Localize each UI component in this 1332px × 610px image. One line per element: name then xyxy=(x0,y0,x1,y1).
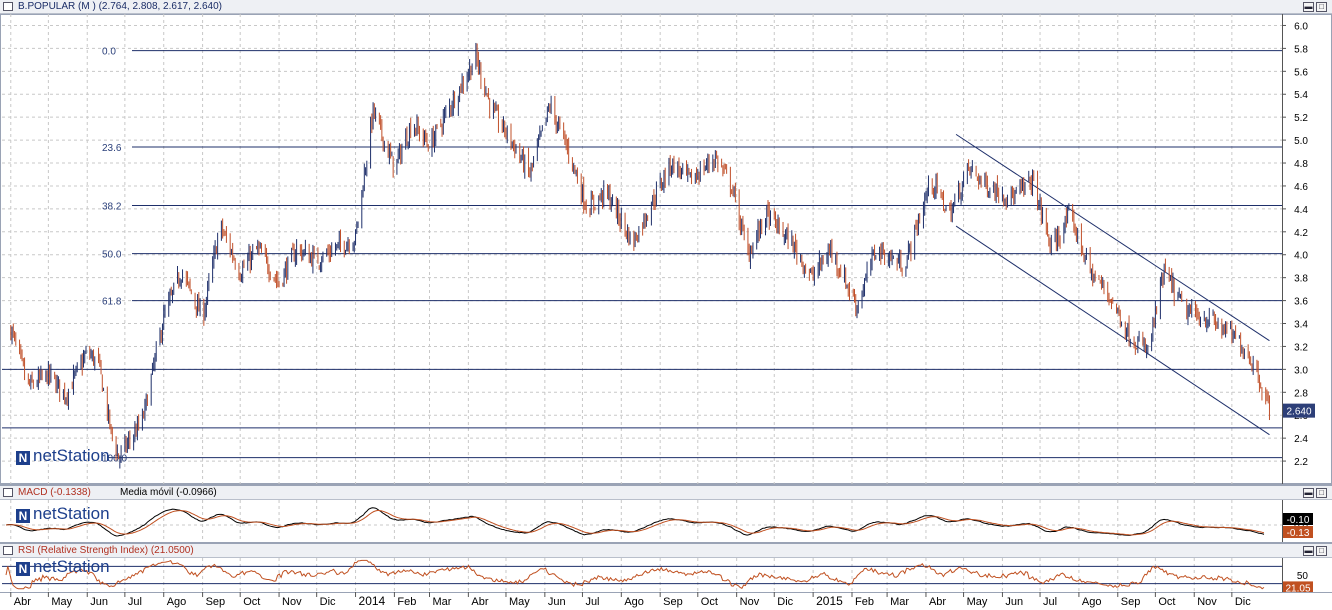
date-axis: Abr May Jun Jul Ago Sep Oct Nov Dic 2014 Feb Mar Abr… xyxy=(0,592,1332,608)
x-tick-label: Oct xyxy=(701,596,718,608)
x-tick-label: Abr xyxy=(14,596,31,608)
fibonacci-label: 0.0 xyxy=(102,47,116,58)
rsi-title-bar: RSI (Relative Strength Index) (21.0500) … xyxy=(0,544,1332,558)
price-title: B.POPULAR (M ) (2.764, 2.808, 2.617, 2.6… xyxy=(18,1,222,12)
macd-signal-label: -0.13 xyxy=(1287,528,1310,539)
netstation-logo-icon: N xyxy=(16,562,30,576)
rsi-chart[interactable]: 5021.05 xyxy=(0,558,1332,592)
y-tick-label: 3.2 xyxy=(1294,342,1308,353)
macd-subtitle: Media móvil (-0.0966) xyxy=(120,487,217,498)
maximize-button[interactable]: □ xyxy=(1316,2,1327,12)
macd-title: MACD (-0.1338) xyxy=(18,487,91,498)
netstation-logo-icon: N xyxy=(16,509,30,523)
y-tick-label: 5.8 xyxy=(1294,44,1308,55)
plot-frame xyxy=(0,14,1332,484)
x-tick-label: Ago xyxy=(167,596,187,608)
macd-signal-line xyxy=(5,510,1265,536)
x-tick-label: Nov xyxy=(740,596,760,608)
y-tick-label: 4.8 xyxy=(1294,159,1308,170)
y-tick-label: 3.0 xyxy=(1294,365,1308,376)
price-panel: B.POPULAR (M ) (2.764, 2.808, 2.617, 2.6… xyxy=(0,0,1332,484)
x-tick-label: Mar xyxy=(890,596,909,608)
trend-channel-lower xyxy=(955,225,1270,436)
y-tick-label: 3.6 xyxy=(1294,297,1308,308)
y-tick-label: 4.2 xyxy=(1294,228,1308,239)
x-tick-label: Dic xyxy=(777,596,793,608)
fibonacci-label: 23.6 xyxy=(102,143,122,154)
x-tick-label: Oct xyxy=(1158,596,1175,608)
y-tick-label: 2.2 xyxy=(1294,457,1308,468)
netstation-logo: NnetStation xyxy=(16,504,110,524)
y-tick-label: 4.0 xyxy=(1294,251,1308,262)
chart-window-icon xyxy=(3,546,13,555)
rsi-panel: RSI (Relative Strength Index) (21.0500) … xyxy=(0,542,1332,592)
x-tick-label: Nov xyxy=(282,596,302,608)
x-tick-label: Dic xyxy=(320,596,336,608)
netstation-logo: NnetStation xyxy=(16,557,110,577)
maximize-button[interactable]: □ xyxy=(1316,546,1327,556)
y-tick-label: 5.2 xyxy=(1294,113,1308,124)
price-chart[interactable]: 2.22.42.62.83.03.23.43.63.84.04.24.44.64… xyxy=(0,14,1332,484)
chart-window-icon xyxy=(3,2,13,11)
x-tick-label: Jun xyxy=(90,596,108,608)
x-tick-label: Jul xyxy=(585,596,599,608)
y-tick-label: 2.4 xyxy=(1294,434,1308,445)
macd-panel: MACD (-0.1338) Media móvil (-0.0966) ▬ □… xyxy=(0,484,1332,542)
y-tick-label: 3.4 xyxy=(1294,320,1308,331)
x-tick-label: 2015 xyxy=(816,594,843,608)
x-tick-label: Sep xyxy=(663,596,683,608)
minimize-button[interactable]: ▬ xyxy=(1303,488,1314,498)
y-tick-label: 3.8 xyxy=(1294,274,1308,285)
y-tick-label: 6.0 xyxy=(1294,21,1308,32)
y-tick-label: 5.4 xyxy=(1294,90,1308,101)
fibonacci-label: 38.2 xyxy=(102,201,122,212)
x-tick-label: Feb xyxy=(397,596,416,608)
y-tick-label: 4.4 xyxy=(1294,205,1308,216)
rsi-title: RSI (Relative Strength Index) (21.0500) xyxy=(18,545,194,556)
maximize-button[interactable]: □ xyxy=(1316,488,1327,498)
macd-value-label: -0.10 xyxy=(1287,515,1310,526)
x-tick-label: Ago xyxy=(1082,596,1102,608)
x-tick-label: May xyxy=(51,596,72,608)
x-tick-label: Ago xyxy=(624,596,644,608)
trend-channel-upper xyxy=(955,133,1270,342)
x-tick-label: May xyxy=(509,596,530,608)
x-tick-label: Feb xyxy=(855,596,874,608)
y-tick-label: 4.6 xyxy=(1294,182,1308,193)
macd-title-bar: MACD (-0.1338) Media móvil (-0.0966) ▬ □ xyxy=(0,486,1332,500)
y-tick-label: 2.8 xyxy=(1294,388,1308,399)
x-tick-label: Sep xyxy=(206,596,226,608)
minimize-button[interactable]: ▬ xyxy=(1303,546,1314,556)
macd-chart[interactable]: 0.0-0.10-0.13 xyxy=(0,500,1332,542)
price-title-bar: B.POPULAR (M ) (2.764, 2.808, 2.617, 2.6… xyxy=(0,0,1332,14)
x-tick-label: Sep xyxy=(1121,596,1141,608)
x-tick-label: Mar xyxy=(433,596,452,608)
x-tick-label: Abr xyxy=(929,596,946,608)
x-tick-label: Jul xyxy=(1043,596,1057,608)
y-tick-label: 50 xyxy=(1297,571,1309,582)
x-tick-label: Jul xyxy=(128,596,142,608)
x-tick-label: May xyxy=(967,596,988,608)
x-tick-label: Oct xyxy=(243,596,260,608)
y-tick-label: 5.0 xyxy=(1294,136,1308,147)
x-tick-label: Dic xyxy=(1235,596,1251,608)
x-tick-label: Jun xyxy=(548,596,566,608)
fibonacci-label: 50.0 xyxy=(102,250,122,261)
last-price-label: 2.640 xyxy=(1286,407,1311,418)
rsi-line xyxy=(5,559,1265,590)
netstation-logo-icon: N xyxy=(16,451,30,465)
x-tick-label: Jun xyxy=(1005,596,1023,608)
x-tick-label: Abr xyxy=(471,596,488,608)
fibonacci-label: 61.8 xyxy=(102,297,122,308)
chart-window-icon xyxy=(3,488,13,497)
netstation-logo: NnetStation xyxy=(16,446,110,466)
x-tick-label: Nov xyxy=(1197,596,1217,608)
y-tick-label: 5.6 xyxy=(1294,67,1308,78)
rsi-value-label: 21.05 xyxy=(1285,583,1310,592)
x-tick-label: 2014 xyxy=(359,594,386,608)
minimize-button[interactable]: ▬ xyxy=(1303,2,1314,12)
